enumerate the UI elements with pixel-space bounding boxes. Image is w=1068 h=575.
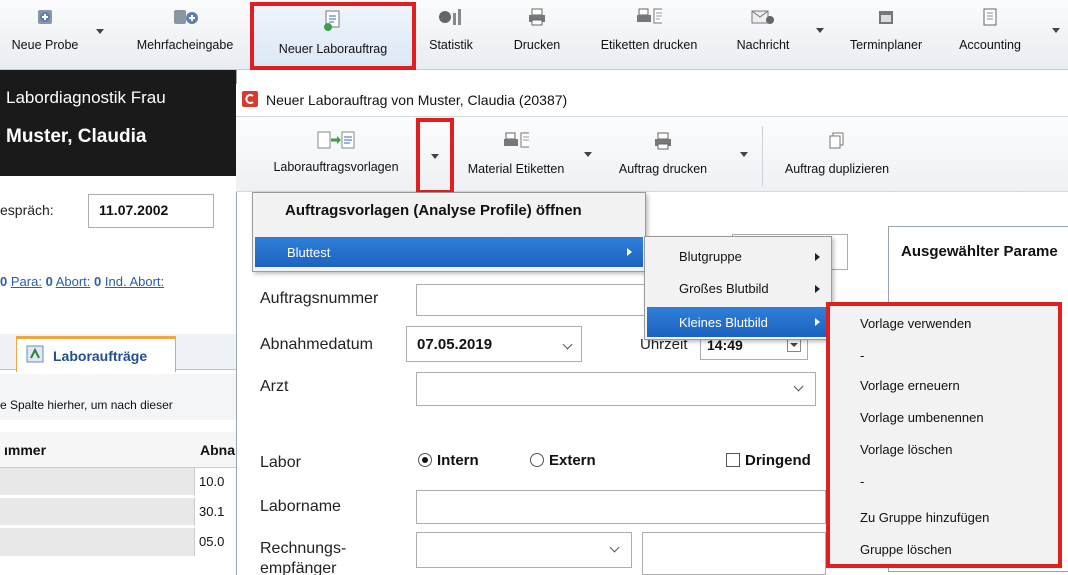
toolbar-new-sample-button[interactable]: Neue Probe [0, 0, 90, 70]
multi-entry-icon [172, 6, 198, 28]
duplicate-order-button[interactable]: Auftrag duplizieren [768, 124, 906, 188]
material-labels-button[interactable]: Material Etiketten [456, 124, 576, 188]
lab-label: Labor [260, 454, 301, 471]
table-row[interactable]: 05.0 [0, 528, 236, 556]
urgent-checkbox[interactable]: Dringend [726, 452, 811, 469]
statistics-icon [438, 6, 464, 28]
menu-item-add-to-group[interactable]: Zu Gruppe hinzufügen [860, 510, 989, 525]
tab-lab-orders[interactable]: Laboraufträge [16, 336, 176, 372]
collection-date-label: Abnahmedatum [260, 336, 373, 353]
accounting-dropdown-arrow[interactable] [1052, 28, 1060, 33]
templates-dropdown-arrow[interactable] [416, 118, 454, 194]
label-printer-icon [503, 130, 529, 152]
column-order-number[interactable]: ımmer [4, 442, 46, 458]
radio-unselected-icon [530, 453, 544, 467]
material-labels-dropdown-arrow[interactable] [584, 152, 592, 157]
time-spinner-icon[interactable] [787, 338, 801, 352]
lab-extern-radio[interactable]: Extern [530, 452, 596, 469]
menu-item-blutgruppe[interactable]: Blutgruppe [645, 243, 831, 271]
submenu-arrow-icon [815, 285, 820, 293]
orders-table-header: ımmer Abna [0, 432, 236, 468]
collection-date-field[interactable]: 07.05.2019 [406, 326, 582, 362]
toolbar-scheduler-button[interactable]: Terminplaner [836, 0, 936, 70]
menu-separator: - [860, 474, 865, 489]
printer-icon [650, 130, 676, 152]
print-order-dropdown-arrow[interactable] [740, 152, 748, 157]
dialog-title-bar: Neuer Laborauftrag von Muster, Claudia (… [236, 84, 1068, 116]
selected-parameters-title: Ausgewählter Parame [901, 243, 1058, 260]
app-logo-icon [242, 90, 258, 110]
patient-header: Labordiagnostik Frau Muster, Claudia [0, 70, 236, 176]
radio-selected-icon [418, 453, 432, 467]
table-row[interactable]: 10.0 [0, 468, 236, 496]
template-actions-submenu: Vorlage verwenden - Vorlage erneuern Vor… [826, 302, 1062, 568]
menu-item-grosses-blutbild[interactable]: Großes Blutbild [645, 275, 831, 303]
lab-name-field[interactable] [416, 490, 826, 524]
toolbar-print-button[interactable]: Drucken [496, 0, 578, 70]
toolbar-accounting-button[interactable]: Accounting [944, 0, 1036, 70]
dialog-title: Neuer Laborauftrag von Muster, Claudia (… [266, 92, 568, 108]
open-templates-menu-item[interactable]: Auftragsvorlagen (Analyse Profile) öffne… [253, 193, 645, 229]
toolbar-statistics-button[interactable]: Statistik [420, 0, 482, 70]
menu-item-kleines-blutbild[interactable]: Kleines Blutbild [647, 307, 829, 337]
chevron-down-icon[interactable] [562, 339, 573, 349]
label-printer-icon [636, 6, 662, 28]
lab-orders-tab-icon [25, 344, 45, 367]
toolbar-multi-entry-button[interactable]: Mehrfacheingabe [124, 0, 246, 70]
lab-order-icon [320, 10, 346, 32]
pregnancy-counts[interactable]: 0 Para: 0 Abort: 0 Ind. Abort: [0, 274, 164, 289]
chevron-down-icon[interactable] [609, 542, 620, 553]
table-row[interactable]: 30.1 [0, 498, 236, 526]
new-sample-dropdown-arrow[interactable] [96, 29, 104, 34]
print-order-button[interactable]: Auftrag drucken [600, 124, 726, 188]
toolbar-message-button[interactable]: Nachricht [722, 0, 804, 70]
doctor-select[interactable] [416, 372, 816, 406]
bluttest-submenu: Blutgruppe Großes Blutbild Kleines Blutb… [644, 236, 832, 340]
practice-name: Labordiagnostik Frau [6, 88, 166, 107]
conversation-label: espräch: [0, 202, 54, 218]
menu-item-renew-template[interactable]: Vorlage erneuern [860, 378, 960, 393]
order-templates-button[interactable]: Laborauftragsvorlagen [254, 124, 418, 188]
column-collection-date[interactable]: Abna [200, 442, 235, 458]
doctor-label: Arzt [260, 378, 289, 395]
chevron-down-icon[interactable] [793, 381, 804, 392]
invoice-recipient-detail[interactable] [642, 532, 826, 575]
printer-icon [524, 6, 550, 28]
message-icon [750, 6, 776, 28]
invoice-recipient-select[interactable] [416, 532, 632, 568]
submenu-arrow-icon [815, 318, 820, 326]
lab-name-label: Laborname [260, 498, 341, 515]
submenu-arrow-icon [815, 253, 820, 261]
duplicate-icon [824, 130, 850, 152]
menu-item-bluttest[interactable]: Bluttest [255, 237, 643, 267]
templates-menu: Auftragsvorlagen (Analyse Profile) öffne… [252, 192, 646, 272]
submenu-arrow-icon [627, 248, 632, 256]
order-number-label: Auftragsnummer [260, 290, 379, 307]
calendar-icon [873, 6, 899, 28]
accounting-icon [977, 6, 1003, 28]
menu-separator: - [860, 348, 865, 363]
patient-name: Muster, Claudia [6, 126, 147, 147]
invoice-recipient-label-line2: empfänger [260, 560, 337, 575]
toolbar-print-labels-button[interactable]: Etiketten drucken [584, 0, 714, 70]
invoice-recipient-label-line1: Rechnungs- [260, 540, 347, 557]
message-dropdown-arrow[interactable] [816, 28, 824, 33]
toolbar-new-lab-order-button[interactable]: Neuer Laborauftrag [250, 2, 416, 70]
toolbar-divider [762, 126, 763, 186]
templates-icon [314, 130, 358, 152]
new-sample-icon [32, 6, 58, 28]
order-number-field[interactable] [416, 284, 648, 316]
conversation-date-field[interactable]: 11.07.2002 [88, 194, 214, 228]
menu-item-rename-template[interactable]: Vorlage umbenennen [860, 410, 984, 425]
menu-item-delete-template[interactable]: Vorlage löschen [860, 442, 953, 457]
lab-intern-radio[interactable]: Intern [418, 452, 479, 469]
checkbox-icon [726, 453, 740, 467]
menu-item-delete-group[interactable]: Gruppe löschen [860, 542, 952, 557]
group-by-area[interactable]: e Spalte hierher, um nach dieser [0, 374, 236, 420]
menu-item-use-template[interactable]: Vorlage verwenden [860, 316, 971, 331]
